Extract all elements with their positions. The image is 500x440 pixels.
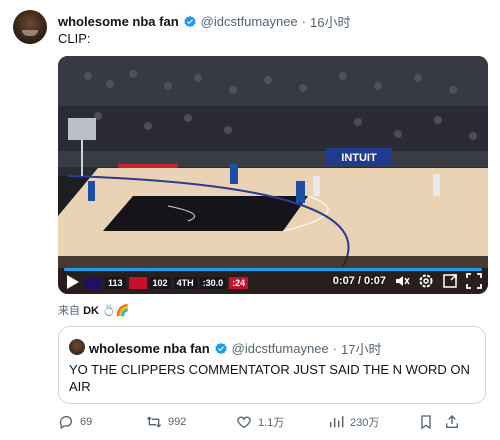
quote-author-avatar [69,339,85,355]
quote-author-name: wholesome nba fan [89,341,210,356]
quote-header: wholesome nba fan @idcstfumaynee · 17小时 [89,339,381,358]
views-chart-icon [329,416,344,428]
tweet-action-bar: 69 992 1.1万 230万 [58,414,488,432]
play-icon[interactable] [66,274,80,290]
tweet-header: wholesome nba fan @idcstfumaynee · 16小时 [58,12,350,31]
shot-clock: :24 [229,277,249,289]
home-team-logo-icon [128,277,147,289]
retweet-button[interactable]: 992 [146,414,186,430]
view-count: 230万 [350,417,380,429]
pop-out-icon[interactable] [442,273,458,289]
views-button[interactable]: 230万 [328,414,379,430]
home-score: 102 [149,277,171,289]
video-player[interactable]: INTUIT 113 102 4TH :30.0 :24 0:07 / 0:07 [58,56,488,294]
fullscreen-icon[interactable] [466,273,482,289]
reply-count: 69 [80,416,93,428]
game-clock: :30.0 [199,277,227,289]
arena-sign: INTUIT [341,152,377,164]
tweet-text: CLIP: [58,31,91,46]
tweet-source: 来自 DK 💍🌈 [58,302,129,318]
retweet-count: 992 [168,416,187,428]
author-handle[interactable]: @idcstfumaynee [201,14,298,29]
video-progress-bar[interactable] [64,268,482,271]
reply-icon [59,415,72,430]
like-button[interactable]: 1.1万 [236,414,284,430]
bookmark-button[interactable] [418,414,434,430]
quote-text: YO THE CLIPPERS COMMENTATOR JUST SAID TH… [69,362,470,394]
verified-badge-icon [183,15,196,27]
video-frame: INTUIT [58,56,488,294]
author-avatar[interactable] [13,10,47,44]
tweet-timestamp[interactable]: 16小时 [310,12,350,31]
volume-icon[interactable] [394,273,410,289]
reply-button[interactable]: 69 [58,414,92,430]
source-label[interactable]: DK [83,305,99,317]
quote-author-handle: @idcstfumaynee [231,341,329,356]
source-emojis: 💍🌈 [102,305,130,317]
video-controls: 0:07 / 0:07 [333,273,482,289]
separator-dot: · [332,341,338,356]
verified-badge-icon [214,342,227,354]
retweet-icon [146,416,162,428]
video-time: 0:07 / 0:07 [332,275,386,287]
author-name[interactable]: wholesome nba fan [58,14,179,29]
game-quarter: 4TH [173,277,197,289]
away-score: 113 [105,277,126,289]
video-progress-fill [64,268,482,271]
share-icon [446,415,458,428]
scoreboard: 113 102 4TH :30.0 :24 [84,276,249,290]
like-count: 1.1万 [258,417,285,429]
settings-gear-icon[interactable] [418,273,434,289]
quoted-tweet[interactable]: wholesome nba fan @idcstfumaynee · 17小时 … [58,326,486,404]
bookmark-icon [421,415,431,430]
share-button[interactable] [444,414,460,430]
quote-timestamp: 17小时 [341,342,382,357]
away-team-logo-icon [84,277,102,289]
separator-dot: · [301,14,307,29]
source-prefix: 来自 [58,305,80,317]
heart-icon [237,416,251,429]
